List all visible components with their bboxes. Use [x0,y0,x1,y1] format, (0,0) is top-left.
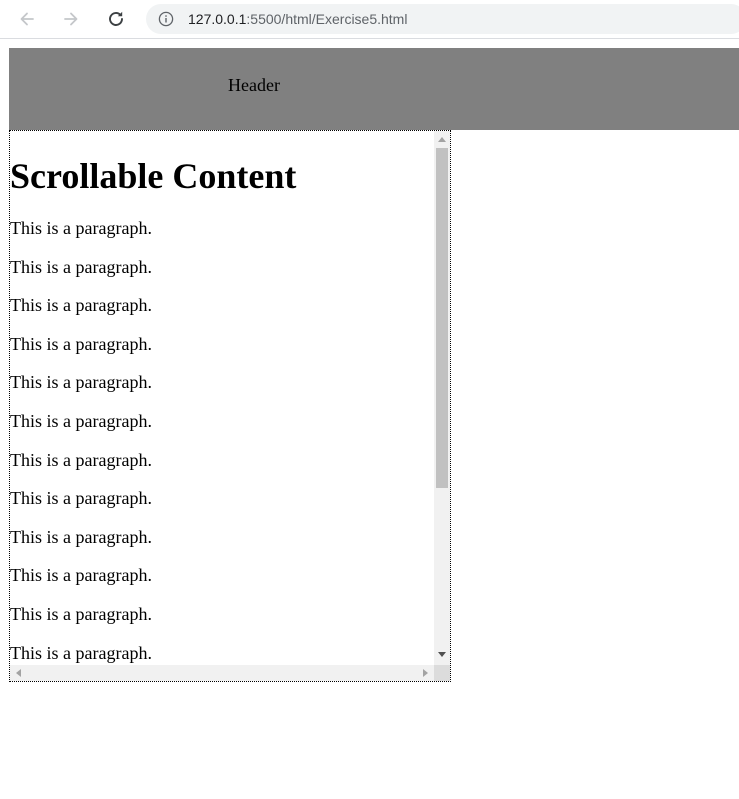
forward-button[interactable] [58,6,84,32]
paragraph: This is a paragraph. [10,218,152,238]
reload-button[interactable] [103,6,129,32]
vertical-scroll-thumb[interactable] [436,148,448,488]
header-text: Header [228,75,280,95]
paragraph: This is a paragraph. [10,333,152,354]
paragraph: This is a paragraph. [10,295,152,316]
back-button[interactable] [14,6,40,32]
address-bar[interactable]: 127.0.0.1:5500/html/Exercise5.html [146,4,739,34]
paragraph: This is a paragraph. [10,604,152,624]
url-host: 127.0.0.1 [188,11,247,27]
paragraph: This is a paragraph. [10,411,152,431]
vertical-scrollbar[interactable] [434,131,450,665]
page-header: Header [9,48,739,130]
scroll-down-arrow-icon[interactable] [438,652,446,657]
scroll-up-arrow-icon[interactable] [438,137,446,142]
paragraph: This is a paragraph. [10,449,152,470]
browser-toolbar: 127.0.0.1:5500/html/Exercise5.html [0,0,739,39]
url-path: :5500/html/Exercise5.html [246,11,408,27]
paragraph: This is a paragraph. [10,526,152,547]
scrollable-container[interactable]: Scrollable Content This is a paragraph. … [9,130,451,682]
url-text: 127.0.0.1:5500/html/Exercise5.html [188,11,407,27]
info-icon[interactable] [157,10,175,28]
paragraph: This is a paragraph. [10,488,152,509]
forward-arrow-icon [64,12,78,26]
scroll-left-arrow-icon[interactable] [16,669,21,677]
paragraph: This is a paragraph. [10,565,152,586]
paragraph: This is a paragraph. [10,256,152,277]
scroll-right-arrow-icon[interactable] [423,669,428,677]
back-arrow-icon [20,12,34,26]
horizontal-scrollbar[interactable] [10,665,434,681]
paragraph: This is a paragraph. [10,642,152,663]
reload-icon [109,11,123,26]
scrollable-content: Scrollable Content This is a paragraph. … [10,131,434,665]
scrollbar-corner [434,665,450,681]
paragraph: This is a paragraph. [10,372,152,393]
content-heading: Scrollable Content [10,156,297,196]
